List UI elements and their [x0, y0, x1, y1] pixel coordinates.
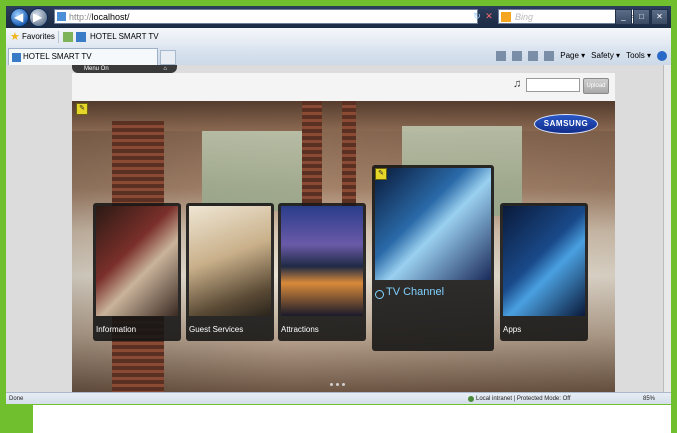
- attractions-image: [281, 206, 363, 316]
- column: [342, 101, 356, 211]
- favorites-star-icon[interactable]: ★: [10, 32, 20, 43]
- security-zone: Local intranet | Protected Mode: Off: [476, 396, 571, 402]
- card-label: Attractions: [281, 325, 319, 334]
- window-controls: _ □ ✕: [615, 9, 668, 25]
- tools-menu[interactable]: Tools ▾: [626, 49, 651, 63]
- new-tab-button[interactable]: [160, 50, 176, 65]
- card-attractions[interactable]: Attractions: [278, 203, 366, 341]
- window: [202, 131, 312, 211]
- forward-arrow-icon: ▶: [33, 10, 43, 24]
- edit-pencil-icon[interactable]: ✎: [375, 168, 387, 180]
- add-favorite-icon[interactable]: [63, 32, 73, 42]
- tab-page-icon: [12, 53, 21, 62]
- feeds-icon[interactable]: [512, 51, 523, 61]
- bottom-panel: [6, 405, 671, 433]
- tv-channel-image: [375, 168, 491, 280]
- app-stage: ♫ Upload ✎ SAMSUNG Information Guest Ser…: [72, 73, 615, 392]
- upload-button[interactable]: Upload: [583, 78, 609, 94]
- forward-button[interactable]: ▶: [29, 8, 48, 27]
- print-icon[interactable]: [544, 51, 555, 61]
- edit-pencil-icon[interactable]: ✎: [76, 103, 88, 115]
- divider: [58, 31, 59, 43]
- back-button[interactable]: ◀: [10, 8, 29, 27]
- browser-window: ◀ ▶ http://localhost/ ▾ ↻ ✕ Bing ⌕ _ □ ✕…: [6, 6, 671, 404]
- zoom-level[interactable]: 85%: [643, 393, 655, 404]
- apps-image: [503, 206, 585, 316]
- upload-file-input[interactable]: [526, 78, 580, 92]
- card-information[interactable]: Information: [93, 203, 181, 341]
- minimize-button[interactable]: _: [615, 9, 632, 25]
- menu-toggle[interactable]: Menu On ⌂: [72, 65, 177, 73]
- vertical-scrollbar[interactable]: [663, 65, 671, 392]
- green-accent: [6, 405, 33, 433]
- tab-bar: HOTEL SMART TV Page ▾ Safety ▾ Tools ▾: [6, 46, 671, 65]
- back-arrow-icon: ◀: [14, 10, 24, 24]
- selected-dot-icon: [375, 290, 384, 299]
- favorites-bar: ★ Favorites HOTEL SMART TV: [6, 28, 671, 47]
- status-text: Done: [9, 396, 24, 402]
- page-menu[interactable]: Page ▾: [560, 49, 585, 63]
- home-icon[interactable]: ⌂: [163, 65, 167, 73]
- upload-toolbar: ♫ Upload: [72, 73, 615, 99]
- page-icon: [57, 12, 66, 21]
- site-icon: [76, 32, 86, 42]
- card-apps[interactable]: Apps: [500, 203, 588, 341]
- favorites-button[interactable]: Favorites: [22, 28, 55, 46]
- menu-label: Menu On: [84, 66, 109, 72]
- card-label: Information: [96, 325, 137, 334]
- maximize-button[interactable]: □: [633, 9, 650, 25]
- tab-hotel-smart-tv[interactable]: HOTEL SMART TV: [8, 48, 158, 65]
- url-input[interactable]: http://localhost/: [54, 9, 478, 24]
- close-button[interactable]: ✕: [651, 9, 668, 25]
- hotel-background-image: ✎ SAMSUNG Information Guest Services Att…: [72, 101, 615, 392]
- tab-title: HOTEL SMART TV: [23, 52, 92, 61]
- address-bar: ◀ ▶ http://localhost/ ▾ ↻ ✕ Bing ⌕ _ □ ✕: [6, 6, 671, 28]
- card-guest-services[interactable]: Guest Services: [186, 203, 274, 341]
- card-tv-channel[interactable]: ✎ TV Channel: [372, 165, 494, 351]
- status-bar: Done Local intranet | Protected Mode: Of…: [6, 392, 671, 404]
- samsung-logo: SAMSUNG: [534, 114, 598, 134]
- card-label: Apps: [503, 325, 522, 334]
- favorite-link[interactable]: HOTEL SMART TV: [90, 28, 159, 46]
- mail-icon[interactable]: [528, 51, 539, 61]
- help-icon[interactable]: [657, 51, 667, 61]
- pagination-dots: [330, 383, 345, 386]
- search-placeholder: Bing: [515, 12, 534, 22]
- home-icon[interactable]: [496, 51, 507, 61]
- safety-menu[interactable]: Safety ▾: [591, 49, 620, 63]
- card-label: Guest Services: [189, 325, 244, 334]
- guest-services-image: [189, 206, 271, 316]
- url-host: localhost/: [91, 12, 130, 22]
- url-protocol: http://: [69, 12, 92, 22]
- information-image: [96, 206, 178, 316]
- card-label: TV Channel: [386, 286, 445, 298]
- stop-icon[interactable]: ✕: [482, 9, 496, 24]
- page-content: Menu On ⌂ ♫ Upload ✎ SAMSUNG Information…: [6, 65, 671, 392]
- zone-icon: [468, 396, 474, 402]
- command-bar: Page ▾ Safety ▾ Tools ▾: [496, 49, 667, 63]
- bing-icon: [501, 12, 511, 22]
- music-icon: ♫: [513, 78, 522, 90]
